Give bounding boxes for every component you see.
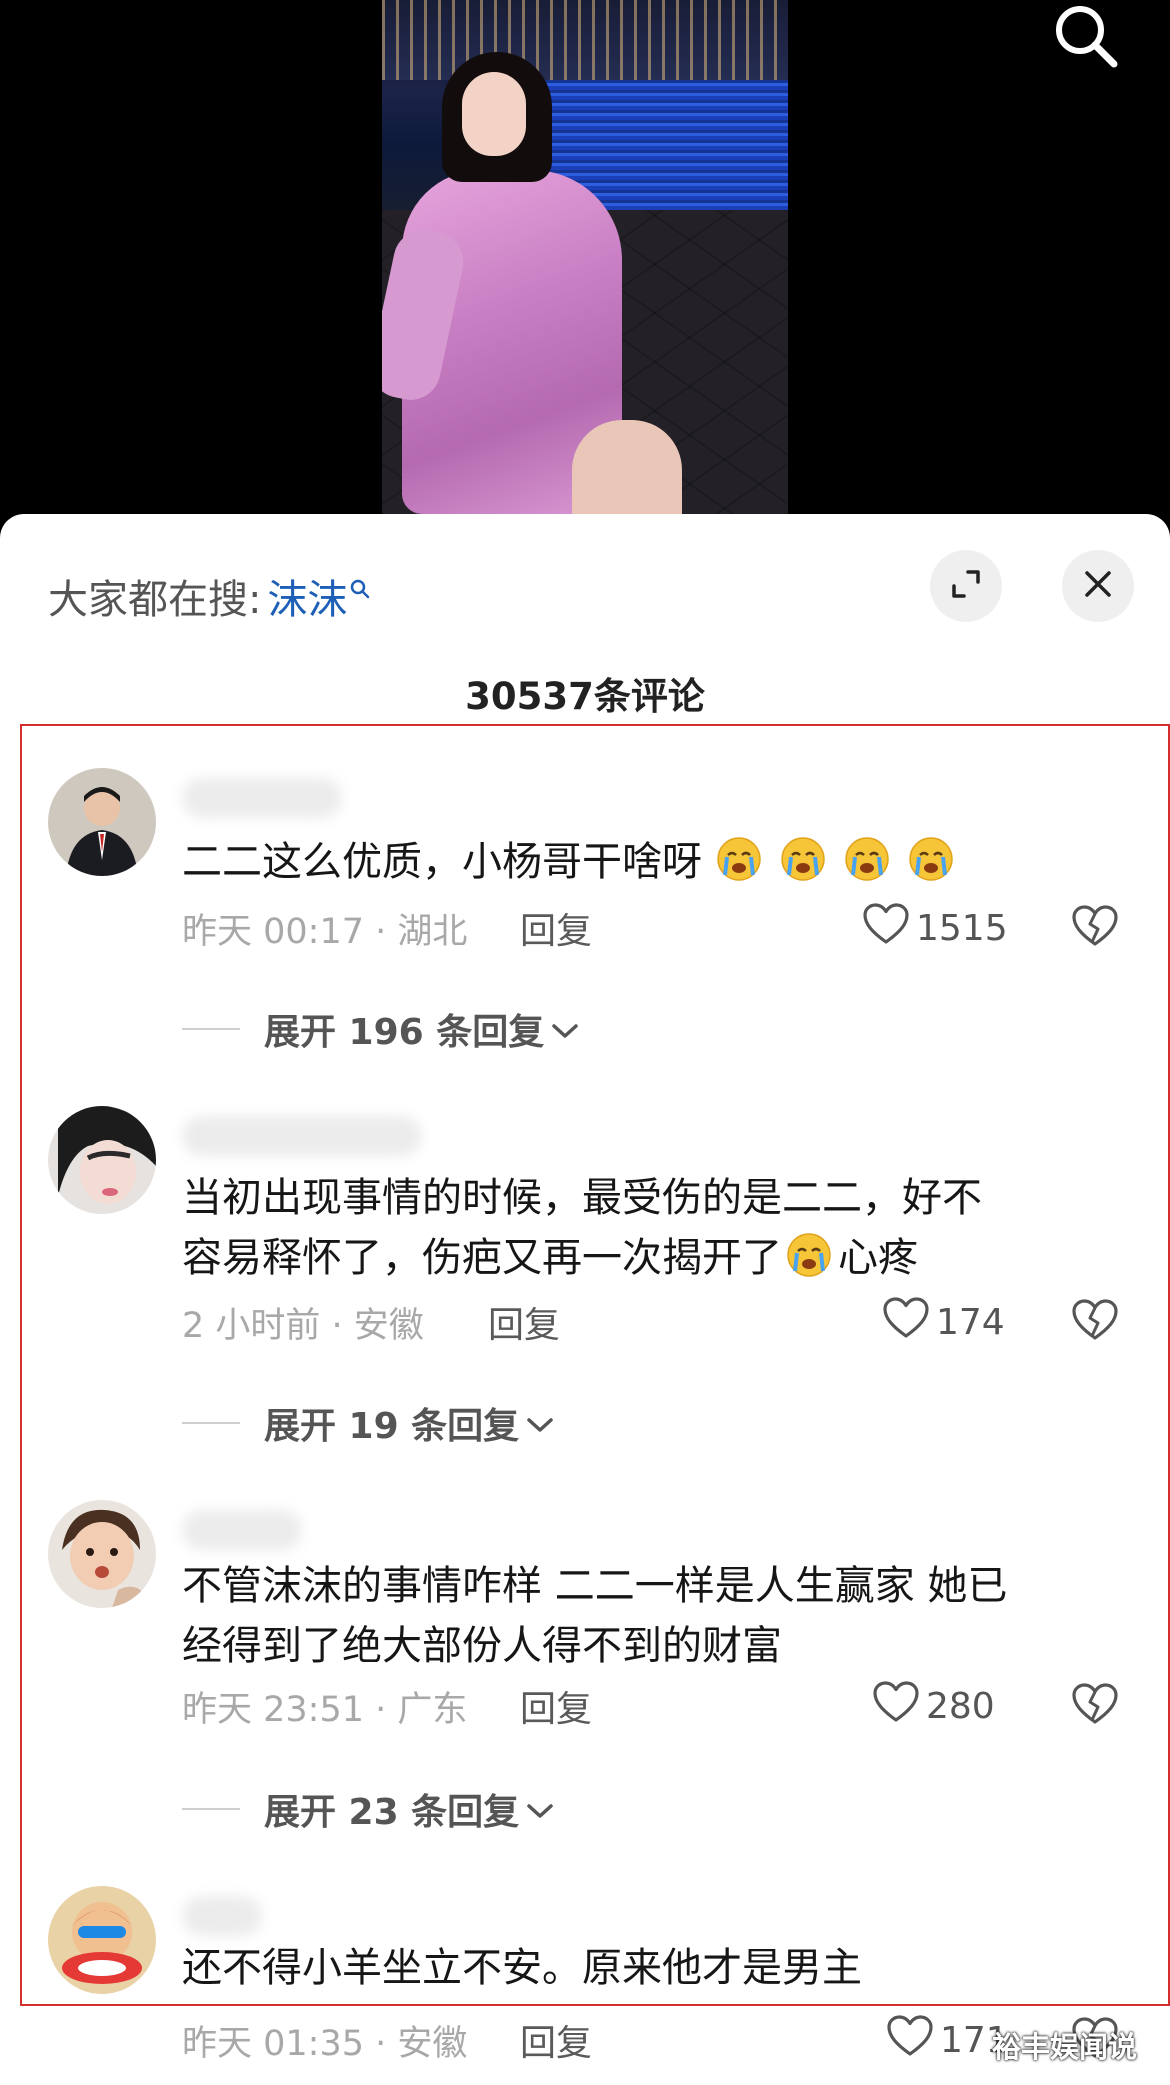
expand-replies-label: 展开 23 条回复	[264, 1792, 520, 1833]
close-button[interactable]	[1062, 550, 1134, 622]
expand-replies-button[interactable]: 展开 23 条回复	[182, 1784, 555, 1834]
reply-button[interactable]: 回复	[488, 1296, 560, 1348]
comment-meta: 2 小时前 · 安徽	[182, 1305, 424, 1346]
like-button[interactable]: 280	[872, 1680, 995, 1732]
comment-text: 当初出现事情的时候，最受伤的是二二，好不 容易释怀了，伤疤又再一次揭开了 心疼	[182, 1175, 982, 1281]
comment-count: 30537条评论	[465, 675, 705, 718]
avatar[interactable]	[48, 1886, 156, 1994]
avatar[interactable]	[48, 1500, 156, 1608]
expand-replies-button[interactable]: 展开 19 条回复	[182, 1398, 555, 1448]
comment-meta: 昨天 01:35 · 安徽	[182, 2023, 468, 2064]
comment-text: 二二这么优质，小杨哥干啥呀	[182, 832, 1122, 892]
dislike-button[interactable]	[1070, 1296, 1120, 1348]
video-player[interactable]	[0, 0, 1170, 540]
expand-button[interactable]	[930, 550, 1002, 622]
crying-face-emoji	[776, 835, 830, 883]
like-button[interactable]: 171	[886, 2014, 1009, 2066]
like-button[interactable]: 174	[882, 1296, 1005, 1348]
expand-icon	[948, 566, 984, 606]
chevron-down-icon	[519, 1789, 555, 1830]
username[interactable]	[182, 778, 342, 818]
heart-icon	[882, 1296, 936, 1349]
search-small-icon	[349, 564, 371, 610]
heart-icon	[862, 902, 916, 955]
close-icon	[1081, 567, 1115, 605]
city-skyline	[382, 0, 788, 80]
divider-line	[182, 1422, 240, 1424]
broken-heart-icon	[1071, 904, 1119, 952]
divider-line	[182, 1808, 240, 1810]
crying-face-emoji	[782, 1231, 836, 1279]
crying-face-emoji	[840, 835, 894, 883]
broken-heart-icon	[1071, 1682, 1119, 1730]
person-face	[462, 72, 526, 156]
comment-meta: 昨天 00:17 · 湖北	[182, 911, 468, 952]
crying-face-emoji	[904, 835, 958, 883]
comment-text: 不管沫沫的事情咋样 二二一样是人生赢家 她已 经得到了绝大部份人得不到的财富	[182, 1563, 1008, 1669]
dislike-button[interactable]	[1070, 902, 1120, 954]
like-count: 1515	[916, 907, 1008, 949]
dislike-button[interactable]	[1070, 1680, 1120, 1732]
username[interactable]	[182, 1116, 422, 1156]
reply-button[interactable]: 回复	[520, 1680, 592, 1732]
search-icon[interactable]	[1050, 0, 1122, 72]
like-count: 174	[936, 1301, 1005, 1343]
search-suggestion-label: 大家都在搜:	[48, 577, 262, 623]
search-suggestion[interactable]: 大家都在搜: 沫沫	[48, 566, 371, 626]
expand-replies-label: 展开 19 条回复	[264, 1406, 520, 1447]
avatar[interactable]	[48, 768, 156, 876]
username[interactable]	[182, 1896, 262, 1936]
expand-replies-button[interactable]: 展开 196 条回复	[182, 1004, 580, 1054]
heart-icon	[886, 2014, 940, 2067]
expand-replies-label: 展开 196 条回复	[264, 1012, 545, 1053]
reply-button[interactable]: 回复	[520, 2014, 592, 2066]
chevron-down-icon	[544, 1009, 580, 1050]
avatar[interactable]	[48, 1106, 156, 1214]
video-frame[interactable]	[382, 0, 788, 514]
crying-face-emoji	[712, 835, 766, 883]
search-suggestion-keyword[interactable]: 沫沫	[267, 567, 347, 625]
reply-button[interactable]: 回复	[520, 902, 592, 954]
like-button[interactable]: 1515	[862, 902, 1008, 954]
heart-icon	[872, 1680, 926, 1733]
broken-heart-icon	[1071, 1298, 1119, 1346]
person-leg	[572, 420, 682, 514]
comment-meta: 昨天 23:51 · 广东	[182, 1689, 468, 1730]
divider-line	[182, 1028, 240, 1030]
chevron-down-icon	[519, 1403, 555, 1444]
comment-text: 还不得小羊坐立不安。原来他才是男主	[182, 1945, 862, 1991]
like-count: 280	[926, 1685, 995, 1727]
username[interactable]	[182, 1510, 302, 1550]
watermark: 裕丰娱闻说	[992, 2030, 1138, 2064]
